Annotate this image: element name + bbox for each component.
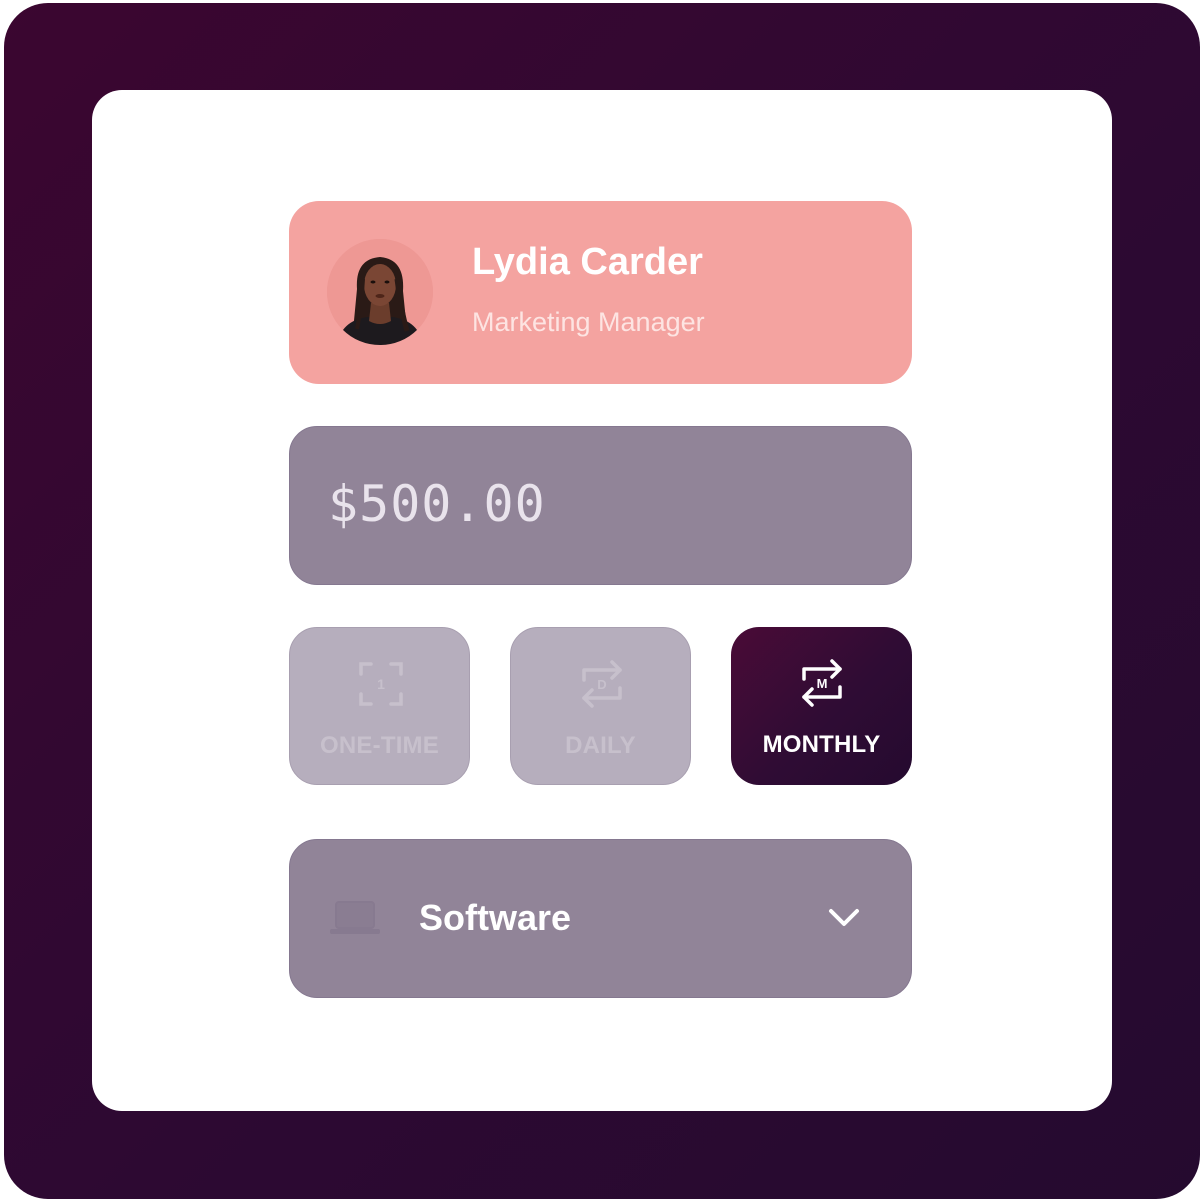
daily-icon-letter: D: [597, 677, 606, 692]
avatar: [327, 239, 433, 345]
category-select[interactable]: Software: [289, 839, 912, 998]
monthly-repeat-icon: M: [802, 659, 842, 707]
profile-card[interactable]: Lydia Carder Marketing Manager: [289, 201, 912, 384]
category-label: Software: [419, 897, 572, 938]
laptop-icon: [330, 901, 380, 934]
frequency-option-daily[interactable]: D DAILY: [510, 627, 691, 785]
profile-name: Lydia Carder: [472, 241, 703, 283]
frequency-option-one-time[interactable]: 1 ONE-TIME: [289, 627, 470, 785]
profile-role: Marketing Manager: [472, 307, 705, 337]
daily-repeat-icon: D: [582, 660, 622, 708]
amount-value: $500.00: [328, 475, 546, 533]
frequency-label-daily: DAILY: [565, 732, 636, 759]
amount-input[interactable]: $500.00: [289, 426, 912, 585]
frequency-label-one-time: ONE-TIME: [320, 732, 439, 759]
one-time-icon-letter: 1: [377, 676, 385, 692]
monthly-icon-letter: M: [817, 676, 828, 691]
frequency-option-monthly[interactable]: M MONTHLY: [731, 627, 912, 785]
person-photo-icon: [327, 239, 433, 345]
frequency-label-monthly: MONTHLY: [762, 731, 881, 758]
chevron-down-icon[interactable]: [826, 904, 862, 932]
one-time-icon: 1: [359, 662, 403, 706]
